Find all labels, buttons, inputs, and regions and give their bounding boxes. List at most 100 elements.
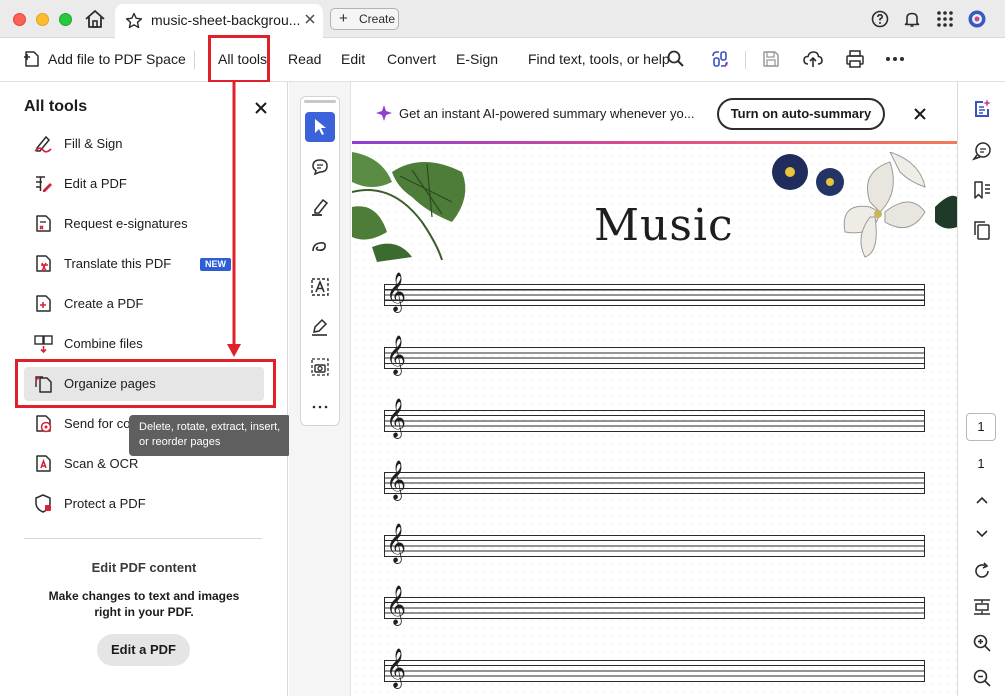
tab-title: music-sheet-backgrou...	[151, 12, 301, 28]
panel-divider	[24, 538, 262, 539]
organize-pages-tooltip: Delete, rotate, extract, insert, or reor…	[129, 415, 291, 456]
music-staff: 𝄞	[384, 272, 925, 312]
turn-on-auto-summary-button[interactable]: Turn on auto-summary	[717, 98, 885, 130]
promo-description: Make changes to text and images right in…	[48, 589, 240, 619]
promo-title: Edit PDF content	[91, 560, 197, 575]
leaf-illustration-icon	[352, 152, 466, 262]
plus-icon: +	[339, 10, 348, 27]
total-pages: 1	[977, 456, 985, 471]
request-esign-icon	[36, 215, 51, 232]
treble-clef-icon: 𝄞	[386, 523, 407, 563]
highlighter-icon	[312, 198, 329, 216]
user-avatar-icon[interactable]	[968, 10, 986, 28]
treble-clef-icon: 𝄞	[386, 585, 407, 625]
zoom-out-icon[interactable]	[972, 668, 992, 688]
previous-page-icon[interactable]	[972, 490, 992, 510]
panel-title: All tools	[24, 98, 88, 115]
tool-label: Edit a PDF	[64, 176, 127, 191]
edit-button[interactable]: Edit	[341, 51, 365, 67]
convert-button[interactable]: Convert	[387, 51, 436, 67]
ai-assistant-icon[interactable]	[710, 49, 730, 69]
tool-label: Create a PDF	[64, 296, 144, 311]
select-tool-button[interactable]	[305, 112, 335, 142]
edit-pdf-promo-button[interactable]: Edit a PDF	[97, 634, 190, 666]
tool-protect-pdf[interactable]: Protect a PDF	[24, 487, 264, 521]
cursor-icon	[315, 119, 326, 135]
ai-assistant-panel-icon[interactable]	[972, 98, 992, 118]
upload-cloud-icon[interactable]	[803, 49, 823, 69]
edit-pdf-icon	[36, 176, 52, 192]
esign-button[interactable]: E-Sign	[456, 51, 498, 67]
treble-clef-icon: 𝄞	[386, 398, 407, 438]
drag-handle[interactable]	[304, 100, 336, 103]
save-icon[interactable]	[761, 49, 781, 69]
music-staff: 𝄞	[384, 585, 925, 625]
tool-label: Fill & Sign	[64, 136, 123, 151]
read-button[interactable]: Read	[288, 51, 321, 67]
draw-freehand-icon	[312, 242, 326, 252]
highlight-tool-button[interactable]	[305, 192, 335, 222]
main-toolbar: Add file to PDF Space All tools Read Edi…	[0, 38, 1005, 82]
text-tool-button[interactable]	[305, 272, 335, 302]
comment-icon	[312, 159, 328, 176]
snapshot-tool-button[interactable]	[305, 352, 335, 382]
zoom-window-button[interactable]	[59, 13, 72, 26]
add-file-button[interactable]: Add file to PDF Space	[48, 51, 186, 67]
translate-icon	[36, 255, 51, 272]
text-box-icon	[311, 278, 329, 296]
tool-label: Request e-signatures	[64, 216, 188, 231]
bookmarks-panel-icon[interactable]	[972, 180, 992, 200]
tool-label: Send for co	[64, 416, 131, 431]
document-tab[interactable]: music-sheet-backgrou...	[115, 4, 323, 38]
rotate-page-icon[interactable]	[972, 561, 992, 581]
tool-label: Protect a PDF	[64, 496, 146, 511]
pen-sign-icon	[312, 318, 328, 336]
toolbar-divider	[194, 51, 195, 69]
help-icon[interactable]	[871, 10, 889, 28]
close-tab-icon[interactable]	[303, 12, 317, 26]
protect-icon	[35, 494, 51, 513]
music-staff: 𝄞	[384, 398, 925, 438]
flower-illustration-icon	[772, 152, 957, 258]
fit-page-icon[interactable]	[972, 597, 992, 617]
home-icon[interactable]	[84, 9, 106, 29]
comments-panel-icon[interactable]	[972, 141, 992, 161]
notifications-bell-icon[interactable]	[903, 10, 921, 28]
camera-snapshot-icon	[311, 358, 329, 376]
more-tools-button[interactable]	[305, 392, 335, 422]
document-title: Music	[594, 200, 734, 251]
fill-sign-icon	[34, 135, 52, 153]
sign-tool-button[interactable]	[305, 312, 335, 342]
music-staff: 𝄞	[384, 460, 925, 500]
create-button[interactable]: + Create	[330, 8, 399, 30]
create-label: Create	[359, 12, 396, 26]
close-window-button[interactable]	[13, 13, 26, 26]
page-thumbnails-icon[interactable]	[972, 220, 992, 240]
treble-clef-icon: 𝄞	[386, 272, 407, 312]
zoom-in-icon[interactable]	[972, 633, 992, 653]
annotation-arrow-icon	[227, 82, 241, 357]
combine-icon	[34, 335, 53, 353]
create-pdf-icon	[36, 295, 51, 312]
comment-tool-button[interactable]	[305, 152, 335, 182]
search-button[interactable]: Find text, tools, or help	[528, 51, 670, 67]
print-icon[interactable]	[845, 49, 865, 69]
organize-pages-highlight	[15, 359, 276, 408]
next-page-icon[interactable]	[972, 523, 992, 543]
banner-message: Get an instant AI-powered summary whenev…	[399, 106, 695, 121]
current-page-input[interactable]: 1	[966, 413, 996, 441]
treble-clef-icon: 𝄞	[386, 335, 407, 375]
add-file-icon[interactable]	[22, 49, 42, 69]
more-options-icon[interactable]	[885, 49, 905, 69]
tool-label: Translate this PDF	[64, 256, 172, 271]
search-icon[interactable]	[666, 49, 686, 69]
close-banner-icon[interactable]	[914, 108, 926, 120]
draw-tool-button[interactable]	[305, 232, 335, 262]
minimize-window-button[interactable]	[36, 13, 49, 26]
close-panel-icon[interactable]	[254, 101, 268, 115]
star-icon[interactable]	[125, 12, 143, 30]
music-staff: 𝄞	[384, 648, 925, 688]
apps-grid-icon[interactable]	[936, 10, 954, 28]
music-staff: 𝄞	[384, 523, 925, 563]
send-comments-icon	[36, 415, 52, 433]
